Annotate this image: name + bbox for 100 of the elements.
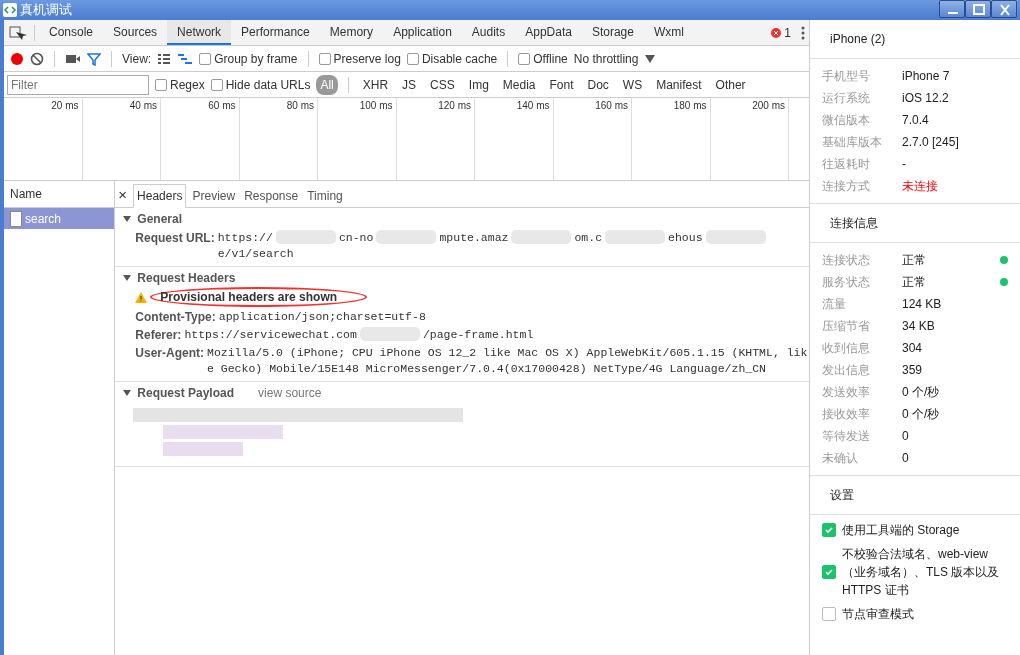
type-filter[interactable]: JS [398,74,421,95]
detail-tab[interactable]: Headers [133,184,187,208]
checkbox-label: Regex [170,76,205,94]
type-filter[interactable]: Doc [583,74,613,95]
detail-tab[interactable]: Response [241,185,302,207]
checkbox[interactable] [822,523,836,537]
minimize-button[interactable] [939,0,965,18]
view-source-link[interactable]: view source [258,384,322,402]
devtools-tab[interactable]: Memory [319,20,384,45]
section-title[interactable]: Request Payload [137,384,235,402]
minimize-icon [947,12,959,14]
caret-down-icon[interactable] [123,389,132,397]
field-value: cn-no [338,230,374,246]
checkbox[interactable] [318,52,331,65]
info-value: 34 KB [902,318,936,335]
info-value: 正常 [902,252,927,269]
field-value: Mozilla/5.0 (iPhone; CPU iPhone OS 12_2 like Mac OS X) AppleWebKit/605.1.15 (KHTML, like Gecko) Mobile/15E148 MicroMessenger/7.0.4(0x17000428) NetType/4G Language/zh_CN [207,345,809,377]
code-icon [3,3,17,17]
checkbox-label: Offline [533,50,568,68]
field-value: ehous [668,230,703,246]
time-tick: 160 ms [595,100,628,111]
section-heading: 连接信息 [830,216,878,230]
section-heading: iPhone (2) [830,32,886,46]
checkbox[interactable] [199,52,212,65]
info-value: 正常 [902,274,927,291]
devtools-tab[interactable]: Network [167,20,232,45]
section-heading: 设置 [830,488,854,502]
type-filter[interactable]: Media [498,74,540,95]
checkbox[interactable] [155,78,167,91]
type-filter[interactable]: CSS [426,74,459,95]
check-icon [825,527,833,534]
type-filter[interactable]: XHR [358,74,393,95]
dropdown-icon[interactable] [644,53,657,64]
devtools-tab[interactable]: Console [39,20,104,45]
info-label: 流量 [822,296,847,313]
devtools-tab[interactable]: Wxml [643,20,694,45]
checkbox-label: 不校验合法域名、web-view（业务域名）、TLS 版本以及 HTTPS 证书 [842,546,1001,599]
caret-down-icon[interactable] [123,274,132,282]
info-value: 124 KB [902,296,943,313]
devtools-tab[interactable]: Sources [103,20,168,45]
time-tick: 180 ms [673,100,707,111]
detail-tab[interactable]: Preview [189,185,239,207]
info-label: 基础库版本 [822,134,883,151]
time-tick: 200 ms [752,100,785,111]
field-value: application/json;charset=utf-8 [218,309,427,325]
camera-icon[interactable] [65,52,81,65]
field-key: User-Agent: [135,345,204,377]
checkbox[interactable] [822,607,836,621]
info-label: 收到信息 [822,340,871,357]
filter-field[interactable]: Filter [7,74,149,95]
error-icon [771,27,782,38]
caret-down-icon[interactable] [123,215,132,223]
checkbox-label: 节点审查模式 [842,606,914,623]
window-title: 真机调试 [20,1,73,20]
type-filter[interactable]: Other [711,74,750,95]
devtools-tab[interactable]: Storage [581,20,644,45]
checkbox[interactable] [406,52,419,65]
info-label: 微信版本 [822,112,871,129]
waterfall-icon[interactable] [177,52,194,65]
info-label: 往返耗时 [822,156,871,173]
filter-icon[interactable] [87,51,101,66]
record-icon[interactable] [10,51,24,66]
type-filter[interactable]: Font [545,74,578,95]
maximize-button[interactable] [965,0,991,18]
devtools-tab[interactable]: Application [383,20,462,45]
error-count[interactable]: 1 [784,23,791,42]
info-value: iOS 12.2 [902,90,949,107]
throttling-select[interactable]: No throttling [573,49,639,68]
type-filter[interactable]: Img [464,74,493,95]
checkbox-label: Disable cache [421,50,498,68]
info-label: 压缩节省 [822,318,871,335]
checkbox[interactable] [210,78,223,91]
maximize-icon [973,4,985,15]
clear-icon[interactable] [30,51,44,66]
info-value: 359 [902,362,924,379]
devtools-tab[interactable]: AppData [515,20,582,45]
field-key: Referer: [135,327,182,343]
devtools-tab[interactable]: Performance [231,20,320,45]
info-value: 7.0.4 [902,112,929,129]
checkbox-label: Preserve log [333,50,401,68]
checkbox[interactable] [518,52,531,65]
field-value: e/v1/search [217,246,294,262]
type-filter[interactable]: Manifest [652,74,706,95]
info-value: iPhone 7 [902,68,950,85]
document-icon [10,210,22,227]
column-header: Name [10,186,42,203]
section-title[interactable]: General [137,210,183,228]
view-label: View: [122,50,152,68]
devtools-tab[interactable]: Audits [461,20,516,45]
type-filter[interactable]: WS [618,74,647,95]
section-title[interactable]: Request Headers [137,269,236,287]
list-icon[interactable] [157,52,172,65]
info-value: 0 [902,450,910,467]
close-button[interactable] [991,0,1017,18]
checkbox[interactable] [822,565,836,579]
close-button[interactable]: × [118,183,128,207]
checkbox-label: 使用工具端的 Storage [842,522,960,539]
field-value: https://servicewechat.com [184,327,357,343]
detail-tab[interactable]: Timing [304,185,346,207]
info-label: 运行系统 [822,90,871,107]
